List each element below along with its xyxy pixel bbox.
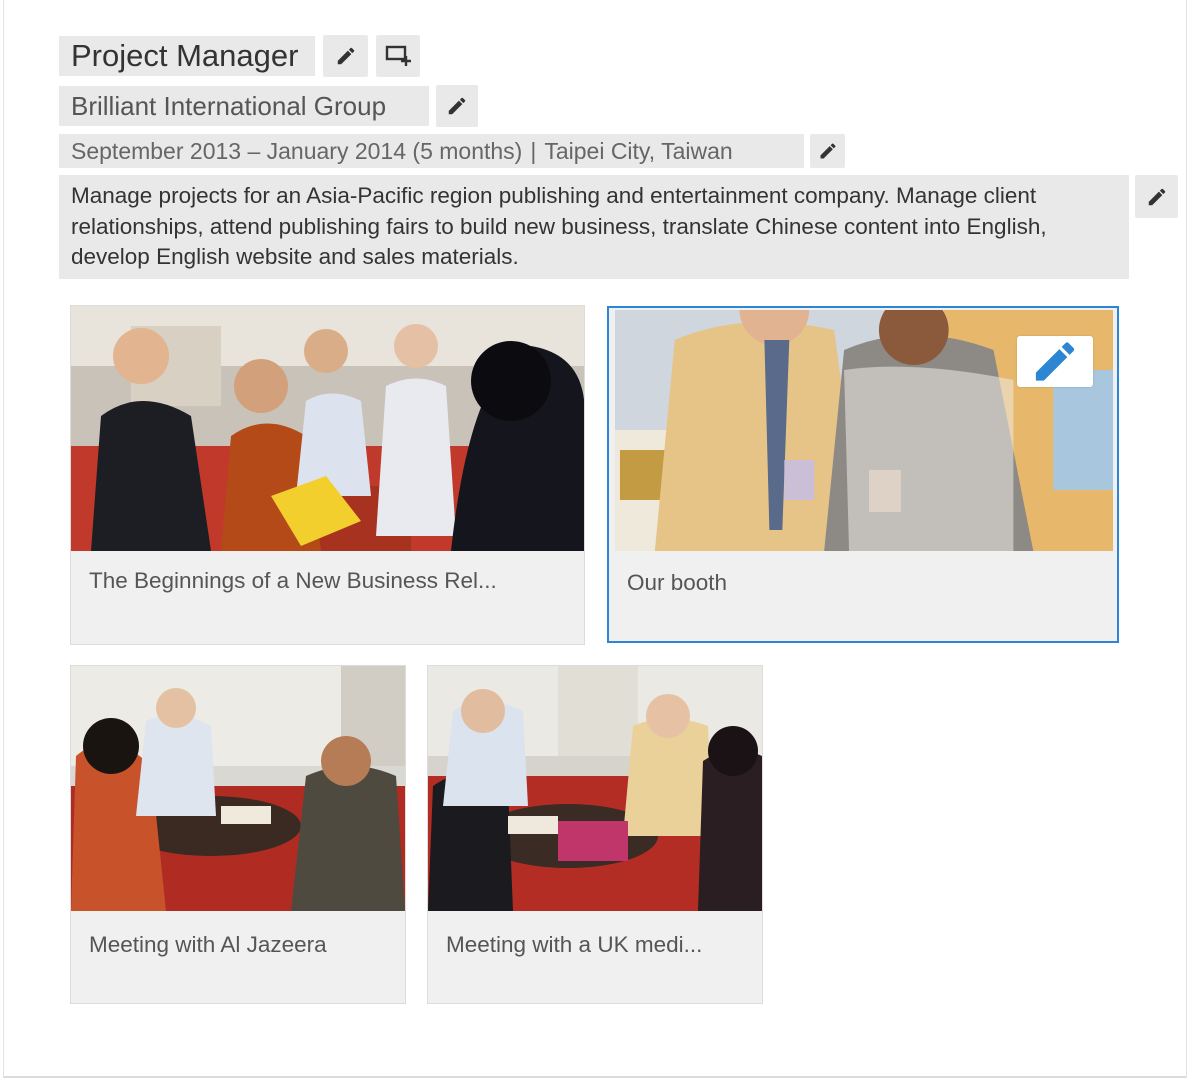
media-thumbnail bbox=[615, 310, 1113, 551]
pencil-icon bbox=[820, 143, 836, 159]
media-card[interactable]: Meeting with Al Jazeera bbox=[70, 665, 406, 1004]
pencil-icon bbox=[337, 47, 354, 65]
media-caption: Our booth bbox=[627, 570, 728, 595]
pencil-icon bbox=[1035, 342, 1075, 381]
date-location-field[interactable]: September 2013 – January 2014 (5 months)… bbox=[59, 134, 804, 168]
company-name[interactable]: Brilliant International Group bbox=[59, 86, 429, 126]
location: Taipei City, Taiwan bbox=[544, 138, 733, 164]
media-thumbnail bbox=[71, 306, 584, 551]
add-media-button[interactable] bbox=[376, 35, 420, 77]
edit-title-button[interactable] bbox=[323, 35, 368, 77]
edit-company-button[interactable] bbox=[436, 85, 478, 127]
edit-description-button[interactable] bbox=[1135, 175, 1178, 218]
pencil-icon bbox=[448, 97, 466, 115]
media-card[interactable]: Meeting with a UK medi... bbox=[427, 665, 763, 1004]
add-media-icon bbox=[385, 45, 411, 66]
media-thumbnail bbox=[428, 666, 762, 911]
media-caption: The Beginnings of a New Business Rel... bbox=[89, 568, 497, 593]
position-description[interactable]: Manage projects for an Asia-Pacific regi… bbox=[59, 175, 1129, 279]
media-card[interactable]: The Beginnings of a New Business Rel... bbox=[70, 305, 585, 645]
media-card-selected[interactable]: Our booth bbox=[607, 306, 1119, 643]
media-caption: Meeting with a UK medi... bbox=[446, 932, 703, 957]
pencil-icon bbox=[1148, 188, 1165, 205]
position-title[interactable]: Project Manager bbox=[59, 36, 315, 76]
media-caption: Meeting with Al Jazeera bbox=[89, 932, 327, 957]
edit-dates-button[interactable] bbox=[810, 134, 845, 168]
media-thumbnail bbox=[71, 666, 405, 911]
edit-media-button[interactable] bbox=[1017, 336, 1093, 387]
separator: | bbox=[530, 138, 537, 164]
date-range: September 2013 – January 2014 (5 months) bbox=[71, 138, 523, 164]
